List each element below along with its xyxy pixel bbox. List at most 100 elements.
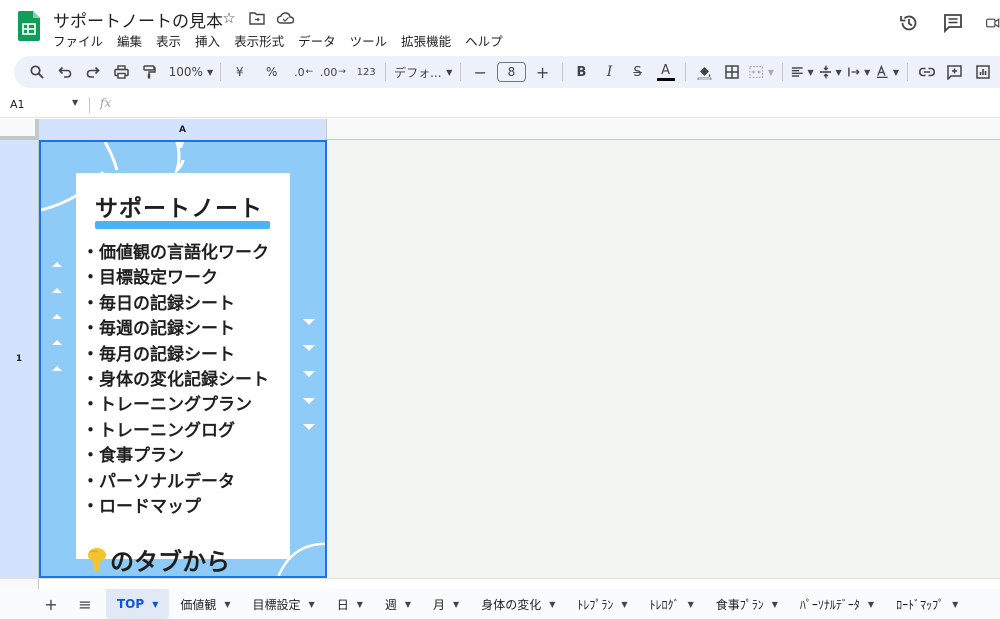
menu-format[interactable]: 表示形式 bbox=[234, 31, 284, 50]
insert-comment-icon[interactable] bbox=[944, 60, 966, 84]
font-size-input[interactable]: 8 bbox=[497, 62, 526, 82]
sheet-tab-training-log[interactable]: ﾄﾚﾛｸﾞ ▼ bbox=[639, 589, 705, 619]
menu-data[interactable]: データ bbox=[298, 31, 336, 50]
chevron-down-icon[interactable]: ▼ bbox=[152, 600, 158, 609]
strikethrough-button[interactable]: S bbox=[627, 60, 649, 84]
paint-format-icon[interactable] bbox=[138, 60, 160, 84]
sheet-tab-body-changes[interactable]: 身体の変化 ▼ bbox=[470, 589, 566, 619]
borders-icon[interactable] bbox=[721, 60, 743, 84]
add-sheet-icon[interactable]: + bbox=[38, 592, 64, 616]
insert-chart-icon[interactable] bbox=[972, 60, 994, 84]
menu-insert[interactable]: 挿入 bbox=[195, 31, 220, 50]
text-rotation-icon[interactable]: ▼ bbox=[876, 60, 899, 84]
chevron-down-icon[interactable]: ▼ bbox=[72, 98, 78, 107]
chevron-down-icon[interactable]: ▼ bbox=[868, 600, 874, 609]
chevron-down-icon: ▼ bbox=[446, 67, 453, 77]
increase-decimal-button[interactable]: .00 → bbox=[319, 60, 346, 84]
decrease-decimal-label: .0 bbox=[294, 65, 305, 79]
text-wrapping-icon[interactable]: ▼ bbox=[847, 60, 870, 84]
chevron-down-icon[interactable]: ▼ bbox=[549, 600, 555, 609]
redo-icon[interactable] bbox=[82, 60, 104, 84]
list-item: ・食事プラン bbox=[82, 446, 184, 467]
sheet-tab-label: ﾄﾚﾌﾟﾗﾝ bbox=[577, 597, 614, 612]
chevron-down-icon[interactable]: ▼ bbox=[772, 600, 778, 609]
formula-bar: A1 ▼ fx bbox=[0, 92, 1000, 118]
increase-font-size-button[interactable]: + bbox=[532, 60, 554, 84]
arrow-right-icon: → bbox=[338, 67, 346, 77]
sheet-tab-meal-plan[interactable]: 食事ﾌﾟﾗﾝ ▼ bbox=[705, 589, 789, 619]
number-format-button[interactable]: 123 bbox=[355, 60, 377, 84]
italic-button[interactable]: I bbox=[599, 60, 621, 84]
caption-row: のタブから bbox=[86, 542, 230, 576]
name-box[interactable]: A1 bbox=[10, 98, 25, 111]
zoom-select[interactable]: 100% ▼ bbox=[168, 60, 213, 84]
chevron-down-icon[interactable]: ▼ bbox=[453, 600, 459, 609]
sheets-logo-icon[interactable] bbox=[18, 11, 40, 41]
meet-video-icon[interactable] bbox=[986, 12, 1000, 34]
comments-icon[interactable] bbox=[942, 12, 964, 34]
select-all-corner[interactable] bbox=[0, 119, 39, 140]
chevron-down-icon: ▼ bbox=[767, 67, 775, 77]
row-header-1[interactable]: 1 bbox=[0, 140, 39, 578]
sheet-tab-training-plan[interactable]: ﾄﾚﾌﾟﾗﾝ ▼ bbox=[566, 589, 638, 619]
chevron-down-icon[interactable]: ▼ bbox=[224, 600, 230, 609]
move-folder-icon[interactable] bbox=[248, 9, 266, 27]
arrow-left-icon: ← bbox=[305, 67, 314, 77]
decrease-font-size-button[interactable]: − bbox=[469, 60, 491, 84]
menu-file[interactable]: ファイル bbox=[53, 31, 103, 50]
chevron-down-icon: ▼ bbox=[807, 67, 814, 77]
chevron-down-icon[interactable]: ▼ bbox=[357, 600, 363, 609]
currency-format-button[interactable]: ¥ bbox=[229, 60, 251, 84]
increase-decimal-label: .00 bbox=[319, 65, 338, 79]
cell-a1[interactable]: サポートノート ・価値観の言語化ワーク ・目標設定ワーク ・毎日の記録シート ・… bbox=[39, 140, 327, 578]
empty-grid-area[interactable] bbox=[327, 140, 1000, 578]
chevron-down-icon[interactable]: ▼ bbox=[405, 600, 411, 609]
search-menus-icon[interactable] bbox=[26, 60, 48, 84]
zoom-value: 100% bbox=[168, 65, 203, 79]
chevron-down-icon: ▼ bbox=[835, 67, 842, 77]
sheet-tab-goals[interactable]: 目標設定 ▼ bbox=[242, 589, 326, 619]
column-header-a[interactable]: A bbox=[39, 119, 327, 140]
sheet-tab-label: 目標設定 bbox=[252, 597, 301, 612]
list-item: ・トレーニングプラン bbox=[82, 395, 252, 416]
fill-color-icon[interactable] bbox=[693, 60, 715, 84]
text-color-swatch bbox=[656, 77, 675, 81]
chevron-down-icon[interactable]: ▼ bbox=[952, 600, 958, 609]
document-title[interactable]: サポートノートの見本 bbox=[53, 7, 223, 32]
sheet-tab-monthly[interactable]: 月 ▼ bbox=[422, 589, 470, 619]
text-color-button[interactable]: A bbox=[655, 60, 677, 84]
chevron-down-icon[interactable]: ▼ bbox=[309, 600, 315, 609]
decrease-decimal-button[interactable]: .0 ← bbox=[293, 60, 315, 84]
cloud-status-icon[interactable] bbox=[276, 9, 294, 27]
merge-cells-icon[interactable]: ▼ bbox=[749, 60, 774, 84]
column-header-strip bbox=[327, 119, 1000, 140]
all-sheets-menu-icon[interactable]: ≡ bbox=[72, 592, 98, 616]
sheet-tab-weekly[interactable]: 週 ▼ bbox=[374, 589, 422, 619]
font-family-select[interactable]: デフォ... ▼ bbox=[394, 60, 452, 84]
sheet-tab-daily[interactable]: 日 ▼ bbox=[326, 589, 374, 619]
chevron-down-icon[interactable]: ▼ bbox=[688, 600, 694, 609]
menu-view[interactable]: 表示 bbox=[156, 31, 181, 50]
star-icon[interactable]: ☆ bbox=[220, 9, 238, 27]
undo-icon[interactable] bbox=[54, 60, 76, 84]
horizontal-align-icon[interactable]: ▼ bbox=[791, 60, 814, 84]
percent-format-button[interactable]: % bbox=[261, 60, 283, 84]
sheet-tab-personal-data[interactable]: ﾊﾟｰｿﾅﾙﾃﾞｰﾀ ▼ bbox=[789, 589, 885, 619]
menu-help[interactable]: ヘルプ bbox=[465, 31, 503, 50]
menu-tools[interactable]: ツール bbox=[350, 31, 388, 50]
menu-edit[interactable]: 編集 bbox=[117, 31, 142, 50]
next-row bbox=[0, 578, 1000, 590]
sheet-tab-values[interactable]: 価値観 ▼ bbox=[169, 589, 241, 619]
version-history-icon[interactable] bbox=[898, 12, 920, 34]
bold-button[interactable]: B bbox=[571, 60, 593, 84]
list-item: ・身体の変化記録シート bbox=[82, 370, 269, 391]
insert-link-icon[interactable] bbox=[916, 60, 938, 84]
vertical-align-icon[interactable]: ▼ bbox=[819, 60, 842, 84]
sheet-tab-roadmap[interactable]: ﾛｰﾄﾞﾏｯﾌﾟ ▼ bbox=[885, 589, 969, 619]
sheet-tab-label: 価値観 bbox=[180, 597, 217, 612]
sheet-tab-label: 月 bbox=[433, 597, 446, 612]
menu-extensions[interactable]: 拡張機能 bbox=[401, 31, 451, 50]
sheet-tab-top[interactable]: TOP ▼ bbox=[106, 589, 170, 619]
chevron-down-icon[interactable]: ▼ bbox=[621, 600, 627, 609]
print-icon[interactable] bbox=[110, 60, 132, 84]
